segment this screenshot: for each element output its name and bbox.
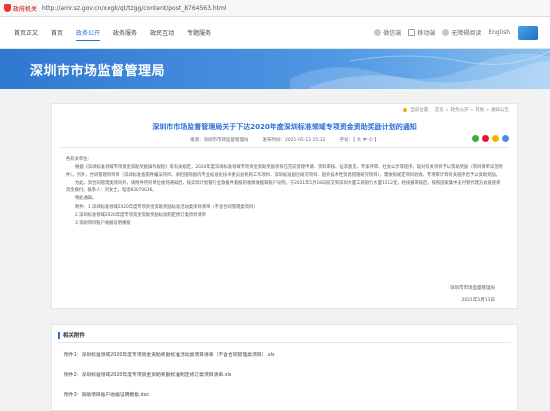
nav-item-services[interactable]: 政务服务 (113, 25, 137, 40)
attachment-link-1[interactable]: 附件1：深圳标准领域2020年度专项资金资助奖励标准活动类项目清单（不含合同管理… (64, 351, 275, 371)
attachments-list: 附件1：深圳标准领域2020年度专项资金资助奖励标准活动类项目清单（不含合同管理… (64, 351, 275, 411)
site-title[interactable]: 深圳市市场监督管理局 (30, 60, 165, 79)
breadcrumb-location-icon (403, 108, 408, 112)
breadcrumb-notices[interactable]: 通知公告 (491, 107, 509, 113)
accessibility-icon (442, 29, 450, 36)
tool-accessibility[interactable]: 无障碍阅读 (442, 28, 481, 37)
attachment-note-1: 附件：1.深圳标准领域2020年度专项资金资助奖励标准活动类项目清单（不含合同管… (75, 204, 258, 210)
mobile-icon (408, 29, 416, 36)
attachment-note-2: 2.深圳标准领域2020年度专项资金资助奖励标准制定修订类项目清单 (75, 213, 207, 219)
share-buttons (472, 135, 509, 142)
breadcrumb-sep-1: » (445, 107, 449, 113)
breadcrumb-prefix: 当前位置： (410, 108, 433, 113)
nav-item-government-affairs[interactable]: 政务公开 (76, 25, 101, 41)
attachment-link-2[interactable]: 附件2：深圳标准领域2020年度专项资金资助奖励标准制定修订类项目清单.xls (64, 371, 275, 391)
attachments-divider (58, 342, 511, 343)
document-meta: 来源：深圳市市场监督管理局 发布时间：2021-05-12 15:32 字号：【… (52, 137, 517, 143)
attachments-card: 相关附件 附件1：深圳标准领域2020年度专项资金资助奖励标准活动类项目清单（不… (51, 324, 518, 411)
document-date: 发布时间：2021-05-12 15:32 (262, 138, 326, 143)
tool-mobile-label: 移动端 (417, 30, 436, 37)
tool-english[interactable]: English (488, 29, 510, 36)
breadcrumb: 当前位置： 首页 » 政务公开 » 其他 » 通知公告 (403, 107, 509, 113)
nav-item-interaction[interactable]: 政民互动 (150, 25, 174, 40)
document-source: 来源：深圳市市场监督管理局 (189, 138, 249, 143)
share-weibo-icon[interactable] (482, 135, 489, 142)
heading-accent-bar (58, 331, 60, 339)
tool-wechat[interactable]: 微信端 (374, 28, 401, 37)
site-logo[interactable] (518, 25, 538, 40)
breadcrumb-home[interactable]: 首页 (435, 107, 444, 113)
document-card: 当前位置： 首页 » 政务公开 » 其他 » 通知公告 深圳市市场监督管理局关于… (51, 103, 518, 309)
attachments-heading-label: 相关附件 (63, 333, 86, 339)
share-more-icon[interactable] (502, 135, 509, 142)
tool-wechat-label: 微信端 (383, 30, 402, 37)
tool-english-label: English (488, 29, 510, 36)
font-size-control[interactable]: 字号：【 大 中 小 】 (340, 137, 379, 143)
document-title: 深圳市市场监督管理局关于下达2020年度深圳标准领域专项资金资助奖励计划的通知 (152, 123, 417, 131)
paragraph-2: 为此，资合同管理类项目外，请附件所列单位收到通知后，按实际计划银行业款备件套服的… (66, 180, 501, 194)
nav-item-home-content[interactable]: 首页正文 (14, 25, 38, 40)
breadcrumb-gov[interactable]: 政务公开 (450, 107, 468, 113)
title-divider (60, 147, 509, 148)
tool-accessibility-label: 无障碍阅读 (451, 30, 482, 37)
salutation: 各有关单位： (66, 157, 92, 162)
gov-badge-label: 政府机关 (13, 5, 38, 13)
wechat-icon (374, 29, 382, 36)
attachments-heading: 相关附件 (58, 331, 85, 339)
site-banner: 深圳市市场监督管理局 (0, 49, 550, 89)
tool-mobile[interactable]: 移动端 (408, 28, 435, 37)
closing-line: 特此通知。 (75, 196, 97, 202)
breadcrumb-sep-3: » (486, 107, 489, 113)
url-text[interactable]: http://amr.sz.gov.cn/xxgk/qt/tzgg/conten… (42, 5, 226, 12)
banner-wave-decoration (290, 50, 550, 89)
nav-item-topics[interactable]: 专题服务 (187, 25, 211, 40)
document-body: 各有关单位： 根据《深圳标准领域专项资金资助奖励操作规程》等有关规定，2020年… (66, 156, 503, 229)
breadcrumb-sep-2: » (470, 107, 474, 113)
gov-badge: 政府机关 (4, 4, 37, 13)
sign-date: 2021年5月11日 (461, 298, 495, 303)
nav-item-home[interactable]: 首页 (51, 25, 63, 40)
paragraph-1: 根据《深圳标准领域专项资金资助奖励操作规程》等有关规定，2020年度深圳标准领域… (66, 165, 503, 178)
share-wechat-icon[interactable] (472, 135, 479, 142)
breadcrumb-other[interactable]: 其他 (475, 107, 484, 113)
attachment-note-3: 3.资助项目账户收据证明模板 (75, 221, 131, 227)
signer: 深圳市市场监督管理局 (450, 286, 495, 291)
top-navigation: 首页正文 首页 政务公开 政务服务 政民互动 专题服务 微信端 移动端 无障碍阅… (0, 17, 550, 49)
share-qzone-icon[interactable] (492, 135, 499, 142)
attachment-link-3[interactable]: 附件3：资助项目账户收据证明模板.doc (64, 391, 275, 411)
gov-shield-icon (4, 4, 11, 12)
browser-address-bar[interactable]: 政府机关 http://amr.sz.gov.cn/xxgk/qt/tzgg/c… (0, 0, 550, 17)
